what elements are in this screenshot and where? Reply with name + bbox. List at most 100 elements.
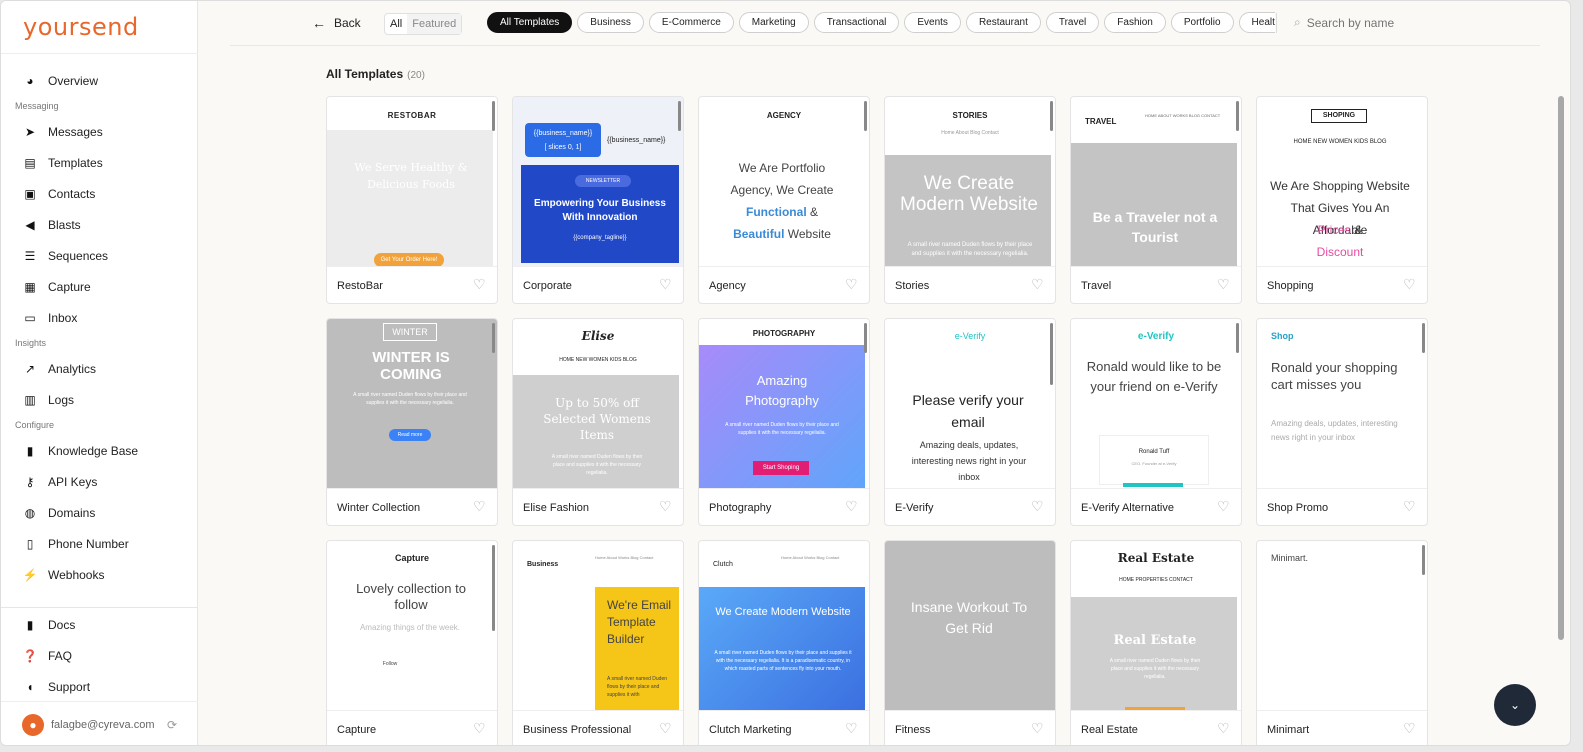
- template-preview[interactable]: Elise HOME NEW WOMEN KIDS BLOG Up to 50%…: [513, 319, 683, 489]
- template-card-elise-fashion[interactable]: Elise HOME NEW WOMEN KIDS BLOG Up to 50%…: [512, 318, 684, 526]
- toggle-all[interactable]: All: [385, 14, 407, 34]
- heart-icon[interactable]: ♡: [1031, 721, 1045, 735]
- template-card-minimart[interactable]: Minimart. Minimart ♡: [1256, 540, 1428, 745]
- sidebar-item-capture[interactable]: ▦ Capture: [1, 271, 198, 302]
- scroll-down-button[interactable]: ⌄: [1494, 684, 1536, 726]
- template-card-shop-promo[interactable]: Shop Ronald your shopping cart misses yo…: [1256, 318, 1428, 526]
- heart-icon[interactable]: ♡: [845, 277, 859, 291]
- template-card-fitness[interactable]: Insane Workout To Get Rid Fitness ♡: [884, 540, 1056, 745]
- heart-icon[interactable]: ♡: [659, 721, 673, 735]
- heart-icon[interactable]: ♡: [1403, 277, 1417, 291]
- heart-icon[interactable]: ♡: [1031, 277, 1045, 291]
- template-name: Real Estate: [1081, 723, 1138, 736]
- template-card-e-verify-alternative[interactable]: e-Verify Ronald would like to be your fr…: [1070, 318, 1242, 526]
- book-icon: ▮: [26, 443, 34, 458]
- template-preview[interactable]: Minimart.: [1257, 541, 1427, 711]
- chip-restaurant[interactable]: Restaurant: [965, 12, 1041, 33]
- heart-icon[interactable]: ♡: [845, 499, 859, 513]
- sidebar-item-messages[interactable]: ➤ Messages: [1, 116, 198, 147]
- heart-icon[interactable]: ♡: [659, 499, 673, 513]
- template-card-clutch-marketing[interactable]: Clutch Home About Works Blog Contact We …: [698, 540, 870, 745]
- template-name: Fitness: [895, 723, 931, 736]
- chip-transactional[interactable]: Transactional: [813, 12, 900, 33]
- template-preview[interactable]: RESTOBAR We Serve Healthy & Delicious Fo…: [327, 97, 497, 267]
- heart-icon[interactable]: ♡: [1217, 721, 1231, 735]
- template-card-winter-collection[interactable]: WINTER WINTER IS COMING A small river na…: [326, 318, 498, 526]
- template-preview[interactable]: Clutch Home About Works Blog Contact We …: [699, 541, 869, 711]
- preview-logo: e-Verify: [1137, 331, 1175, 342]
- template-preview[interactable]: Real Estate HOME PROPERTIES CONTACT Real…: [1071, 541, 1241, 711]
- chip-travel[interactable]: Travel: [1045, 12, 1100, 33]
- template-card-photography[interactable]: PHOTOGRAPHY Amazing Photography A small …: [698, 318, 870, 526]
- chip-portfolio[interactable]: Portfolio: [1170, 12, 1234, 33]
- file-icon: ▤: [24, 155, 36, 170]
- template-card-business-professional[interactable]: Business Home About Works Blog Contact W…: [512, 540, 684, 745]
- sidebar-item-contacts[interactable]: ▣ Contacts: [1, 178, 198, 209]
- main-scrollbar[interactable]: [1558, 96, 1564, 640]
- sidebar-item-label: Support: [48, 679, 91, 694]
- heart-icon[interactable]: ♡: [1403, 499, 1417, 513]
- template-card-capture[interactable]: Capture Lovely collection to follow Amaz…: [326, 540, 498, 745]
- template-preview[interactable]: WINTER WINTER IS COMING A small river na…: [327, 319, 497, 489]
- template-preview[interactable]: PHOTOGRAPHY Amazing Photography A small …: [699, 319, 869, 489]
- sidebar-item-blasts[interactable]: ◀ Blasts: [1, 209, 198, 240]
- sidebar-item-domains[interactable]: ◍ Domains: [1, 497, 198, 528]
- sidebar-item-faq[interactable]: ❓ FAQ: [1, 640, 198, 671]
- template-preview[interactable]: Business Home About Works Blog Contact W…: [513, 541, 683, 711]
- heart-icon[interactable]: ♡: [473, 721, 487, 735]
- logo[interactable]: yoursend: [23, 13, 139, 41]
- switch-account-icon[interactable]: ⟳: [167, 718, 177, 732]
- sidebar-item-support[interactable]: ◖ Support: [1, 671, 198, 702]
- sidebar-item-sequences[interactable]: ☰ Sequences: [1, 240, 198, 271]
- heart-icon[interactable]: ♡: [845, 721, 859, 735]
- template-card-real-estate[interactable]: Real Estate HOME PROPERTIES CONTACT Real…: [1070, 540, 1242, 745]
- heart-icon[interactable]: ♡: [659, 277, 673, 291]
- template-preview[interactable]: e-Verify Ronald would like to be your fr…: [1071, 319, 1241, 489]
- sidebar-item-logs[interactable]: ▥ Logs: [1, 384, 198, 415]
- template-preview[interactable]: Capture Lovely collection to follow Amaz…: [327, 541, 497, 711]
- chip-marketing[interactable]: Marketing: [738, 12, 809, 33]
- template-preview[interactable]: TRAVEL HOME ABOUT WORKS BLOG CONTACT Be …: [1071, 97, 1241, 267]
- sidebar-item-docs[interactable]: ▮ Docs: [1, 609, 198, 640]
- template-card-travel[interactable]: TRAVEL HOME ABOUT WORKS BLOG CONTACT Be …: [1070, 96, 1242, 304]
- template-card-agency[interactable]: AGENCY We Are Portfolio Agency, We Creat…: [698, 96, 870, 304]
- sidebar-item-analytics[interactable]: ↗ Analytics: [1, 353, 198, 384]
- chip-all-templates[interactable]: All Templates: [487, 12, 573, 33]
- avatar[interactable]: ●: [22, 713, 44, 736]
- template-card-corporate[interactable]: {{business_name}} [ slices 0, 1] {{busin…: [512, 96, 684, 304]
- chip-e-commerce[interactable]: E-Commerce: [648, 12, 734, 33]
- template-preview[interactable]: Shop Ronald your shopping cart misses yo…: [1257, 319, 1427, 489]
- sidebar-item-api-keys[interactable]: ⚷ API Keys: [1, 466, 198, 497]
- chip-events[interactable]: Events: [904, 12, 961, 33]
- sidebar-item-knowledge-base[interactable]: ▮ Knowledge Base: [1, 435, 198, 466]
- template-preview[interactable]: e-Verify Please verify your email Amazin…: [885, 319, 1055, 489]
- heart-icon[interactable]: ♡: [1217, 277, 1231, 291]
- sidebar-item-overview[interactable]: ◕ Overview: [1, 65, 198, 96]
- heart-icon[interactable]: ♡: [1031, 499, 1045, 513]
- template-preview[interactable]: SHOPING HOME NEW WOMEN KIDS BLOG We Are …: [1257, 97, 1427, 267]
- chip-business[interactable]: Business: [577, 12, 644, 33]
- template-preview[interactable]: AGENCY We Are Portfolio Agency, We Creat…: [699, 97, 869, 267]
- chip-fashion[interactable]: Fashion: [1104, 12, 1166, 33]
- sidebar-item-phone-number[interactable]: ▯ Phone Number: [1, 528, 198, 559]
- template-preview[interactable]: {{business_name}} [ slices 0, 1] {{busin…: [513, 97, 683, 267]
- heart-icon[interactable]: ♡: [1403, 721, 1417, 735]
- sidebar-item-templates[interactable]: ▤ Templates: [1, 147, 198, 178]
- template-preview[interactable]: Insane Workout To Get Rid: [885, 541, 1055, 711]
- user-account[interactable]: ● falagbe@cyreva.com ⟳: [1, 701, 198, 745]
- page-title: All Templates (20): [326, 67, 425, 81]
- toggle-featured[interactable]: Featured: [407, 14, 462, 34]
- back-button[interactable]: ← Back: [312, 15, 361, 31]
- sidebar-item-inbox[interactable]: ▭ Inbox: [1, 302, 198, 333]
- heart-icon[interactable]: ♡: [1217, 499, 1231, 513]
- search-input[interactable]: [1306, 15, 1507, 30]
- sidebar-item-webhooks[interactable]: ⚡ Webhooks: [1, 559, 198, 590]
- template-card-restobar[interactable]: RESTOBAR We Serve Healthy & Delicious Fo…: [326, 96, 498, 304]
- template-card-shopping[interactable]: SHOPING HOME NEW WOMEN KIDS BLOG We Are …: [1256, 96, 1428, 304]
- template-card-stories[interactable]: STORIES Home About Blog Contact We Creat…: [884, 96, 1056, 304]
- heart-icon[interactable]: ♡: [473, 277, 487, 291]
- template-preview[interactable]: STORIES Home About Blog Contact We Creat…: [885, 97, 1055, 267]
- chip-health[interactable]: Health &: [1238, 12, 1275, 33]
- template-card-e-verify[interactable]: e-Verify Please verify your email Amazin…: [884, 318, 1056, 526]
- heart-icon[interactable]: ♡: [473, 499, 487, 513]
